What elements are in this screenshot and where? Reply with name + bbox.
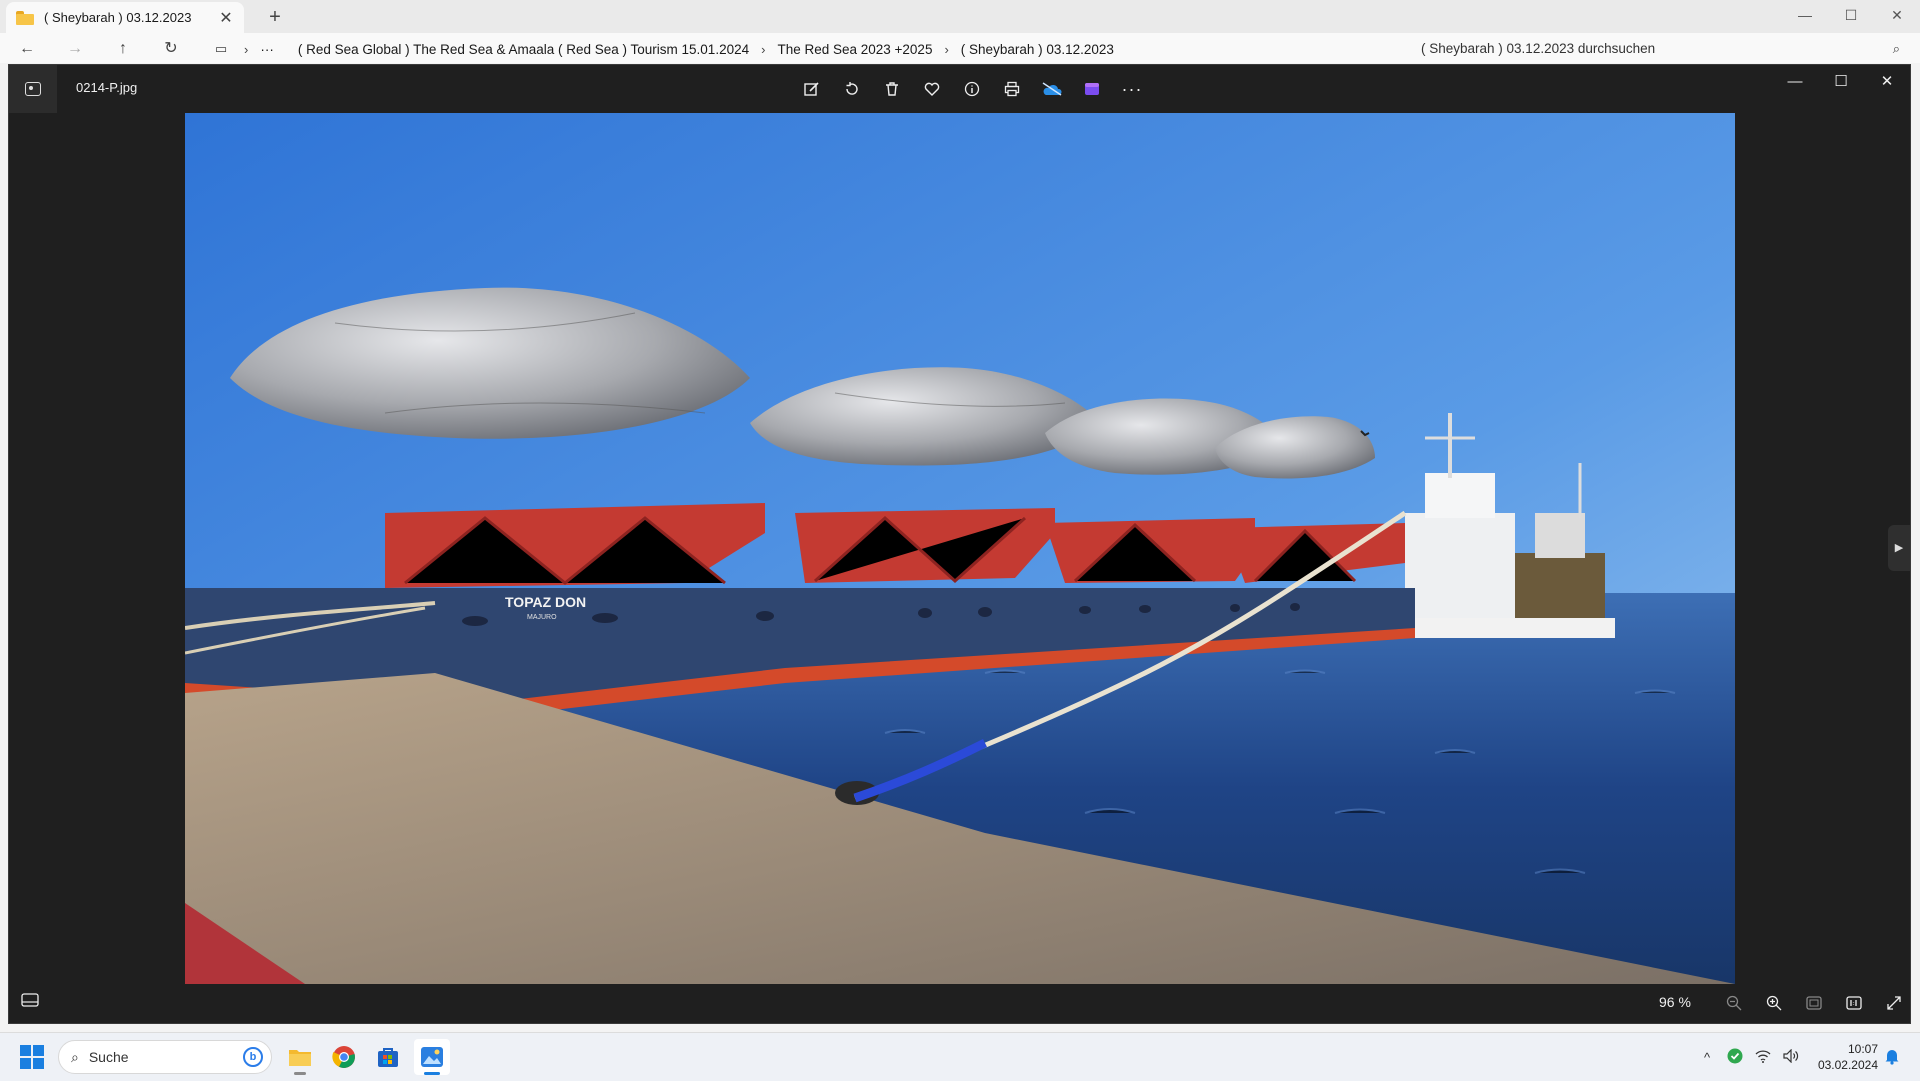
breadcrumb: › ··· ( Red Sea Global ) The Red Sea & A… — [244, 38, 1126, 60]
fit-to-window-icon[interactable] — [1794, 989, 1834, 1017]
breadcrumb-item-1[interactable]: ( Red Sea Global ) The Red Sea & Amaala … — [286, 42, 761, 57]
delete-icon[interactable] — [872, 75, 912, 103]
explorer-tab[interactable]: ( Sheybarah ) 03.12.2023 ✕ — [6, 2, 244, 33]
zoom-in-icon[interactable] — [1754, 989, 1794, 1017]
viewer-maximize-button[interactable]: ☐ — [1818, 65, 1864, 99]
more-icon[interactable]: ··· — [1112, 75, 1152, 103]
volume-icon[interactable] — [1777, 1048, 1805, 1066]
clipchamp-icon[interactable] — [1072, 75, 1112, 103]
taskbar-search[interactable]: ⌕ Suche b — [58, 1040, 272, 1074]
notification-bell-icon[interactable] — [1884, 1047, 1904, 1067]
actual-size-icon[interactable] — [1834, 989, 1874, 1017]
ship-name-text: TOPAZ DON — [505, 594, 586, 610]
windows-start-icon[interactable] — [20, 1045, 44, 1069]
taskbar-clock[interactable]: 10:07 03.02.2024 — [1812, 1041, 1878, 1073]
monitor-icon[interactable]: ▭ — [208, 38, 234, 60]
taskbar-search-label: Suche — [88, 1049, 129, 1065]
chevron-up-icon[interactable]: ^ — [1693, 1050, 1721, 1065]
forward-arrow-icon[interactable]: → — [62, 38, 88, 60]
security-shield-icon[interactable] — [1721, 1048, 1749, 1067]
fullscreen-icon[interactable] — [1874, 989, 1914, 1017]
search-placeholder: ( Sheybarah ) 03.12.2023 durchsuchen — [1421, 41, 1656, 56]
viewer-title-bar: 0214-P.jpg ··· — ☐ ✕ — [9, 65, 1910, 113]
wifi-icon[interactable] — [1749, 1049, 1777, 1066]
viewer-bottom-bar: 96 % — [9, 983, 1910, 1023]
onedrive-icon[interactable] — [1032, 75, 1072, 103]
print-icon[interactable] — [992, 75, 1032, 103]
explorer-tab-bar: ( Sheybarah ) 03.12.2023 ✕ + — ☐ ✕ — [0, 0, 1920, 33]
minimize-button[interactable]: — — [1782, 0, 1828, 30]
search-icon: ⌕ — [1892, 41, 1900, 56]
clock-date: 03.02.2024 — [1817, 1058, 1878, 1072]
zoom-controls — [1714, 989, 1914, 1017]
explorer-window-controls: — ☐ ✕ — [1782, 0, 1920, 30]
photo-viewer-window: 0214-P.jpg ··· — ☐ ✕ TOPAZ DON MAJURO ▶ … — [8, 64, 1911, 1024]
up-arrow-icon[interactable]: ↑ — [110, 38, 136, 60]
maximize-button[interactable]: ☐ — [1828, 0, 1874, 30]
next-image-button[interactable]: ▶ — [1888, 525, 1910, 571]
address-bar: ← → ↑ ↻ ▭ › ··· ( Red Sea Global ) The R… — [0, 33, 1920, 63]
filmstrip-icon[interactable] — [21, 993, 39, 1007]
photo-image: TOPAZ DON MAJURO — [185, 113, 1735, 984]
folder-icon — [16, 10, 34, 25]
refresh-icon[interactable]: ↻ — [158, 38, 184, 60]
tab-title: ( Sheybarah ) 03.12.2023 — [44, 10, 192, 25]
chrome-icon[interactable] — [326, 1039, 362, 1075]
info-icon[interactable] — [952, 75, 992, 103]
viewer-toolbar: ··· — [792, 75, 1152, 103]
tab-close-button[interactable]: ✕ — [214, 8, 238, 28]
system-tray: ^ — [1693, 1043, 1805, 1071]
favorite-icon[interactable] — [912, 75, 952, 103]
photos-app-icon[interactable] — [9, 65, 57, 113]
ship-port-text: MAJURO — [527, 614, 557, 621]
zoom-out-icon[interactable] — [1714, 989, 1754, 1017]
viewer-close-button[interactable]: ✕ — [1864, 65, 1910, 99]
file-explorer-icon[interactable] — [282, 1039, 318, 1075]
photos-taskbar-icon[interactable] — [414, 1039, 450, 1075]
new-tab-button[interactable]: + — [262, 4, 288, 30]
search-input[interactable]: ( Sheybarah ) 03.12.2023 durchsuchen ⌕ — [1407, 37, 1912, 61]
back-arrow-icon[interactable]: ← — [14, 38, 40, 60]
edit-icon[interactable] — [792, 75, 832, 103]
zoom-level: 96 % — [1659, 994, 1691, 1010]
microsoft-store-icon[interactable] — [370, 1039, 406, 1075]
file-name: 0214-P.jpg — [76, 80, 138, 95]
breadcrumb-item-2[interactable]: The Red Sea 2023 +2025 — [765, 42, 944, 57]
bing-icon[interactable]: b — [243, 1047, 263, 1067]
breadcrumb-item-3[interactable]: ( Sheybarah ) 03.12.2023 — [949, 42, 1126, 57]
viewer-minimize-button[interactable]: — — [1772, 65, 1818, 99]
rotate-icon[interactable] — [832, 75, 872, 103]
breadcrumb-overflow[interactable]: ··· — [248, 42, 286, 57]
viewer-window-controls: — ☐ ✕ — [1772, 65, 1910, 99]
taskbar: ⌕ Suche b ^ 10:07 03.02.2024 — [0, 1032, 1920, 1081]
close-button[interactable]: ✕ — [1874, 0, 1920, 30]
clock-time: 10:07 — [1847, 1042, 1878, 1056]
search-icon: ⌕ — [71, 1048, 79, 1065]
photo-display[interactable]: TOPAZ DON MAJURO — [185, 113, 1735, 984]
